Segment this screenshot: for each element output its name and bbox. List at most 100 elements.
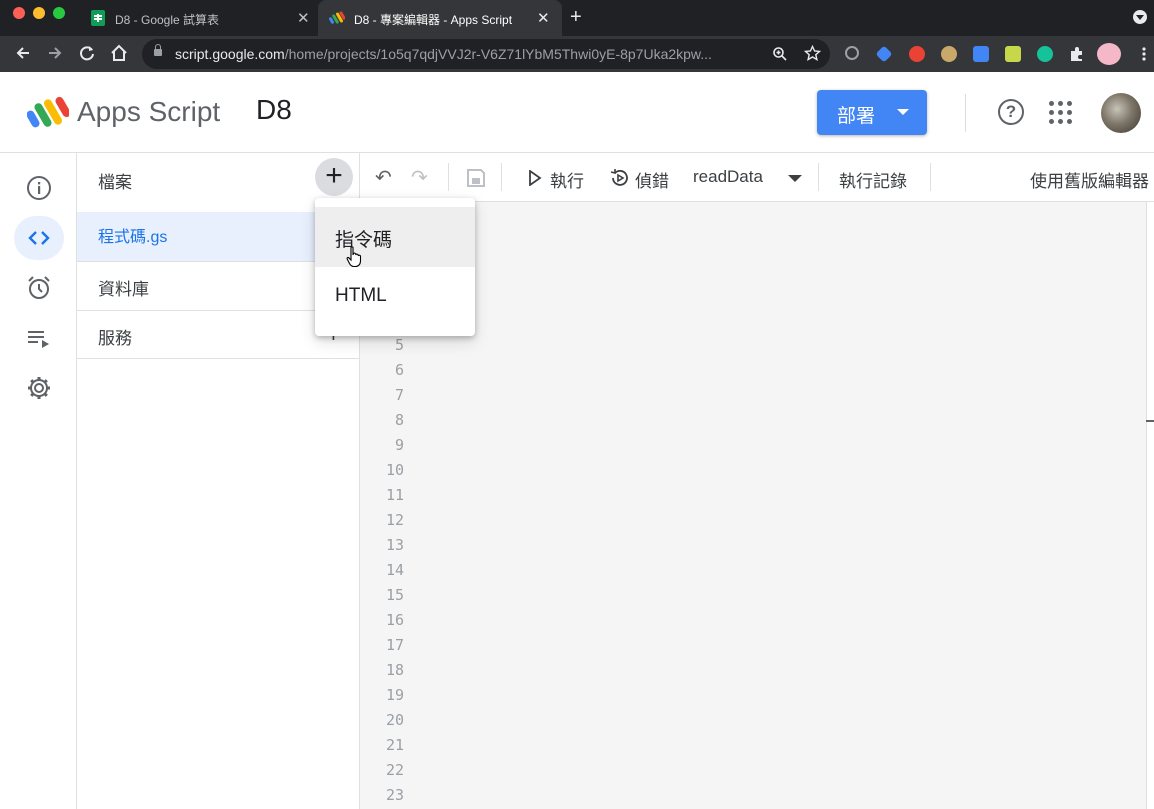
caret-down-icon [788, 175, 802, 182]
hand-extension-icon[interactable] [909, 46, 925, 62]
line-number: 7 [394, 386, 404, 404]
window-close-button[interactable] [13, 7, 25, 19]
home-icon[interactable] [108, 42, 130, 64]
deploy-label: 部署 [837, 106, 876, 127]
notes-extension-icon[interactable] [1005, 46, 1021, 62]
gear-icon [28, 377, 50, 399]
apps-script-logo[interactable] [27, 96, 69, 130]
code-icon [28, 231, 50, 245]
window-minimize-button[interactable] [33, 7, 45, 19]
code-editor[interactable]: 5 6 7 8 9 10 11 12 13 14 15 16 17 18 19 20 21 22 23 [360, 202, 1146, 809]
recycle-extension-icon[interactable] [845, 46, 859, 60]
debug-icon [610, 169, 628, 186]
browser-tab-sheets[interactable]: D8 - Google 試算表 ✕ [78, 0, 318, 36]
add-file-button[interactable]: + [315, 158, 353, 196]
rail-editor[interactable] [14, 216, 64, 260]
line-number: 18 [385, 661, 404, 679]
line-number: 15 [385, 586, 404, 604]
line-number: 21 [385, 736, 404, 754]
new-file-menu: 指令碼 HTML [315, 198, 475, 336]
line-number: 6 [394, 361, 404, 379]
execution-log-button[interactable]: 執行記錄 [839, 167, 907, 192]
line-number: 13 [385, 536, 404, 554]
google-apps-grid-icon[interactable] [1049, 101, 1073, 125]
tab-close-icon[interactable]: ✕ [297, 9, 310, 27]
url-text: script.google.com/home/projects/1o5q7qdj… [175, 46, 712, 62]
browser-toolbar: script.google.com/home/projects/1o5q7qdj… [0, 36, 1154, 72]
reload-icon[interactable] [76, 42, 98, 64]
help-icon[interactable]: ? [998, 99, 1024, 125]
project-title[interactable]: D8 [256, 94, 292, 126]
function-name: readData [693, 167, 763, 186]
tab-title: D8 - 專案編輯器 - Apps Script [354, 13, 513, 27]
face-extension-icon[interactable] [941, 46, 957, 62]
rail-triggers[interactable] [14, 266, 64, 310]
profile-avatar-icon[interactable] [1097, 43, 1121, 65]
files-heading: 檔案 [98, 173, 132, 192]
new-tab-button[interactable]: + [570, 6, 582, 29]
line-number: 17 [385, 636, 404, 654]
line-number: 14 [385, 561, 404, 579]
toolbar-divider [930, 163, 931, 191]
line-number: 5 [394, 336, 404, 354]
executions-icon [28, 331, 49, 348]
window-zoom-button[interactable] [53, 7, 65, 19]
bookmark-star-icon[interactable] [804, 45, 821, 62]
line-number: 9 [394, 436, 404, 454]
alarm-clock-icon [28, 276, 50, 299]
run-label: 執行 [550, 172, 584, 191]
rail-executions[interactable] [14, 316, 64, 360]
line-number: 22 [385, 761, 404, 779]
tab-search-icon[interactable] [1133, 10, 1147, 24]
hand-cursor-icon [346, 246, 362, 268]
file-name: 程式碼.gs [98, 229, 168, 246]
editor-toolbar: ↶ ↷ 執行 偵錯 readData 執行記錄 使用舊版編輯器 [360, 153, 1154, 202]
diamond-extension-icon[interactable] [875, 45, 893, 63]
toolbar-divider [448, 163, 449, 191]
line-number: 19 [385, 686, 404, 704]
browser-tab-apps-script[interactable]: D8 - 專案編輯器 - Apps Script ✕ [318, 0, 562, 36]
undo-icon[interactable]: ↶ [375, 165, 392, 190]
browser-menu-icon[interactable] [1136, 46, 1152, 62]
line-number: 20 [385, 711, 404, 729]
grammarly-extension-icon[interactable] [1037, 46, 1053, 62]
rail-settings[interactable] [14, 366, 64, 410]
google-sheets-icon [91, 10, 105, 26]
libraries-label: 資料庫 [98, 280, 149, 299]
tab-title: D8 - Google 試算表 [115, 13, 220, 27]
play-icon [529, 170, 542, 186]
translate-extension-icon[interactable] [973, 46, 989, 62]
scrollbar-position-marker [1146, 420, 1154, 422]
line-number: 10 [385, 461, 404, 479]
tab-close-icon[interactable]: ✕ [537, 9, 550, 27]
app-header: Apps Script D8 部署 ? [0, 72, 1154, 153]
deploy-button[interactable]: 部署 [817, 90, 927, 135]
toolbar-divider [818, 163, 819, 191]
rail-overview[interactable] [14, 166, 64, 210]
left-nav-rail [0, 153, 77, 809]
menu-item-label: HTML [335, 285, 387, 306]
toolbar-divider [501, 163, 502, 191]
apps-script-icon [329, 11, 345, 24]
lock-icon [154, 44, 162, 56]
menu-item-html[interactable]: HTML [315, 267, 475, 327]
address-bar[interactable]: script.google.com/home/projects/1o5q7qdj… [142, 39, 830, 69]
info-icon [27, 176, 51, 200]
puzzle-extensions-icon[interactable] [1069, 46, 1085, 62]
forward-arrow-icon[interactable] [44, 42, 66, 64]
line-number: 11 [385, 486, 404, 504]
debug-label: 偵錯 [635, 172, 669, 191]
caret-down-icon [897, 109, 909, 115]
menu-item-script[interactable]: 指令碼 [315, 207, 475, 267]
editor-scrollbar[interactable] [1146, 202, 1154, 809]
line-number: 8 [394, 411, 404, 429]
save-icon[interactable] [466, 168, 486, 188]
back-arrow-icon[interactable] [12, 42, 34, 64]
zoom-icon[interactable] [772, 46, 788, 62]
services-label: 服務 [98, 329, 132, 348]
redo-icon[interactable]: ↷ [411, 165, 428, 190]
browser-tab-bar: D8 - Google 試算表 ✕ D8 - 專案編輯器 - Apps Scri… [0, 0, 1154, 36]
menu-item-label: 指令碼 [335, 230, 393, 251]
legacy-editor-button[interactable]: 使用舊版編輯器 [1030, 167, 1149, 192]
account-avatar[interactable] [1101, 93, 1141, 133]
